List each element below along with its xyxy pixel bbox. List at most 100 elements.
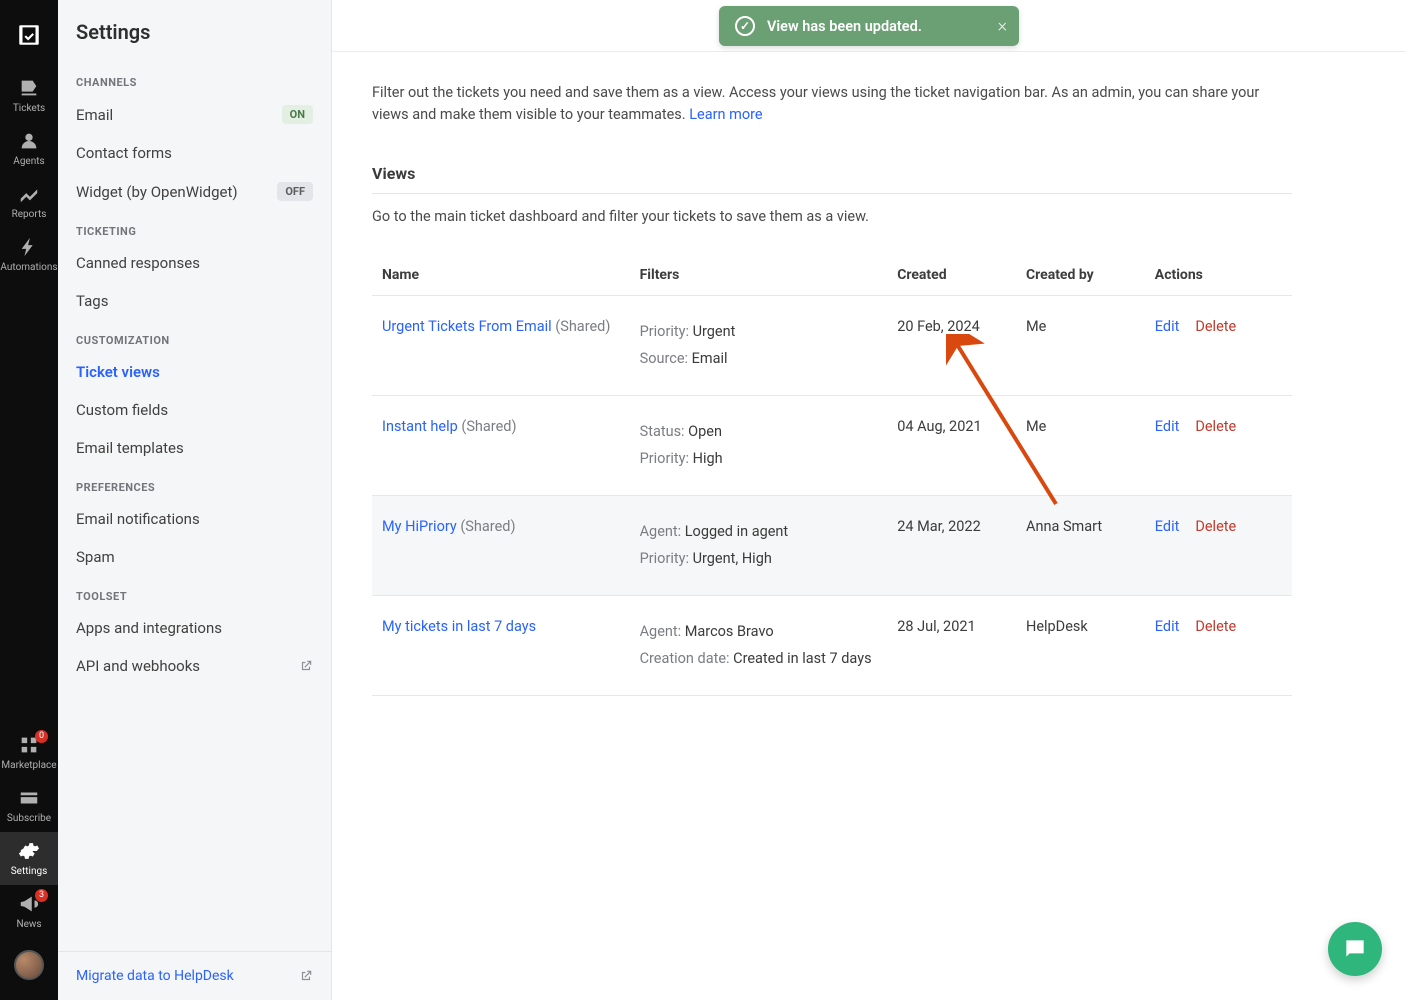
nav-label: Automations: [0, 262, 57, 273]
created-cell: 24 Mar, 2022: [887, 495, 1016, 595]
chat-icon: [1342, 936, 1368, 962]
sidebar-item-contact-forms[interactable]: Contact forms: [58, 134, 331, 172]
badge-count: 3: [35, 889, 48, 902]
sidebar-item-tags[interactable]: Tags: [58, 282, 331, 320]
view-name-link[interactable]: Instant help: [382, 418, 458, 435]
sidebar-item-label: API and webhooks: [76, 657, 200, 675]
nav-profile[interactable]: [0, 938, 58, 988]
toast-success: ✓ View has been updated. ×: [719, 6, 1019, 46]
col-name: Name: [372, 255, 630, 296]
created-by-cell: HelpDesk: [1016, 595, 1145, 695]
edit-link[interactable]: Edit: [1155, 418, 1180, 435]
learn-more-link[interactable]: Learn more: [689, 106, 762, 123]
created-cell: 20 Feb, 2024: [887, 295, 1016, 395]
created-cell: 28 Jul, 2021: [887, 595, 1016, 695]
view-name-link[interactable]: Urgent Tickets From Email: [382, 318, 552, 335]
section-preferences: PREFERENCES: [58, 467, 331, 500]
nav-label: Agents: [13, 156, 44, 167]
nav-tickets[interactable]: Tickets: [0, 69, 58, 122]
col-filters: Filters: [630, 255, 888, 296]
external-link-icon: [299, 659, 313, 673]
sidebar-item-label: Tags: [76, 292, 108, 310]
section-customization: CUSTOMIZATION: [58, 320, 331, 353]
edit-link[interactable]: Edit: [1155, 318, 1180, 335]
status-pill: OFF: [277, 182, 313, 201]
nav-news[interactable]: 3 News: [0, 885, 58, 938]
section-toolset: TOOLSET: [58, 576, 331, 609]
edit-link[interactable]: Edit: [1155, 618, 1180, 635]
table-row[interactable]: My tickets in last 7 days Agent: Marcos B…: [372, 595, 1292, 695]
section-ticketing: TICKETING: [58, 211, 331, 244]
col-created: Created: [887, 255, 1016, 296]
filters-cell: Agent: Marcos BravoCreation date: Create…: [630, 595, 888, 695]
chat-button[interactable]: [1328, 922, 1382, 976]
sidebar-item-email[interactable]: Email ON: [58, 95, 331, 134]
views-heading: Views: [372, 164, 1292, 183]
check-circle-icon: ✓: [735, 16, 755, 36]
nav-rail: Tickets Agents Reports Automations 0 Mar…: [0, 0, 58, 1000]
edit-link[interactable]: Edit: [1155, 518, 1180, 535]
sidebar-item-label: Email templates: [76, 439, 184, 457]
sidebar-item-widget[interactable]: Widget (by OpenWidget) OFF: [58, 172, 331, 211]
col-actions: Actions: [1145, 255, 1292, 296]
nav-marketplace[interactable]: 0 Marketplace: [0, 726, 58, 779]
nav-agents[interactable]: Agents: [0, 122, 58, 175]
filters-cell: Priority: UrgentSource: Email: [630, 295, 888, 395]
shared-label: (Shared): [457, 518, 516, 535]
sidebar-item-api[interactable]: API and webhooks: [58, 647, 331, 685]
nav-label: Marketplace: [1, 760, 56, 771]
filters-cell: Status: OpenPriority: High: [630, 395, 888, 495]
migrate-link[interactable]: Migrate data to HelpDesk: [76, 968, 313, 984]
view-name-link[interactable]: My tickets in last 7 days: [382, 618, 536, 635]
section-channels: CHANNELS: [58, 62, 331, 95]
table-row[interactable]: Urgent Tickets From Email (Shared) Priori…: [372, 295, 1292, 395]
sidebar-item-label: Apps and integrations: [76, 619, 222, 637]
sidebar-item-label: Contact forms: [76, 144, 172, 162]
nav-label: Settings: [11, 866, 48, 877]
nav-label: Subscribe: [7, 813, 51, 824]
sidebar-item-custom-fields[interactable]: Custom fields: [58, 391, 331, 429]
sidebar-item-label: Spam: [76, 548, 115, 566]
divider: [372, 193, 1292, 194]
view-name-link[interactable]: My HiPriory: [382, 518, 457, 535]
sidebar-item-label: Widget (by OpenWidget): [76, 183, 238, 201]
nav-subscribe[interactable]: Subscribe: [0, 779, 58, 832]
close-icon[interactable]: ×: [998, 16, 1007, 37]
sidebar-item-label: Custom fields: [76, 401, 168, 419]
toast-message: View has been updated.: [767, 18, 922, 35]
shared-label: (Shared): [552, 318, 611, 335]
nav-label: Tickets: [13, 103, 45, 114]
sidebar-item-spam[interactable]: Spam: [58, 538, 331, 576]
table-row[interactable]: My HiPriory (Shared) Agent: Logged in age…: [372, 495, 1292, 595]
shared-label: (Shared): [458, 418, 517, 435]
table-row[interactable]: Instant help (Shared) Status: OpenPriorit…: [372, 395, 1292, 495]
sidebar-item-label: Canned responses: [76, 254, 200, 272]
app-logo[interactable]: [16, 14, 42, 69]
created-by-cell: Me: [1016, 295, 1145, 395]
sidebar-item-email-templates[interactable]: Email templates: [58, 429, 331, 467]
views-table: Name Filters Created Created by Actions …: [372, 255, 1292, 696]
sidebar-item-email-notifications[interactable]: Email notifications: [58, 500, 331, 538]
delete-link[interactable]: Delete: [1195, 418, 1236, 435]
nav-label: Reports: [12, 209, 47, 220]
delete-link[interactable]: Delete: [1195, 618, 1236, 635]
delete-link[interactable]: Delete: [1195, 318, 1236, 335]
created-by-cell: Me: [1016, 395, 1145, 495]
nav-settings[interactable]: Settings: [0, 832, 58, 885]
sidebar-item-ticket-views[interactable]: Ticket views: [58, 353, 331, 391]
nav-label: News: [16, 919, 41, 930]
nav-automations[interactable]: Automations: [0, 228, 58, 281]
avatar: [14, 950, 44, 980]
badge-count: 0: [35, 730, 48, 743]
page-description: Filter out the tickets you need and save…: [372, 82, 1292, 126]
sidebar-item-canned[interactable]: Canned responses: [58, 244, 331, 282]
main-area: Ticket views ✓ View has been updated. × …: [332, 0, 1406, 1000]
delete-link[interactable]: Delete: [1195, 518, 1236, 535]
sidebar-item-label: Ticket views: [76, 363, 160, 381]
migrate-label: Migrate data to HelpDesk: [76, 968, 234, 984]
filters-cell: Agent: Logged in agentPriority: Urgent, …: [630, 495, 888, 595]
col-createdby: Created by: [1016, 255, 1145, 296]
sidebar-item-apps[interactable]: Apps and integrations: [58, 609, 331, 647]
status-pill: ON: [282, 105, 313, 124]
nav-reports[interactable]: Reports: [0, 175, 58, 228]
